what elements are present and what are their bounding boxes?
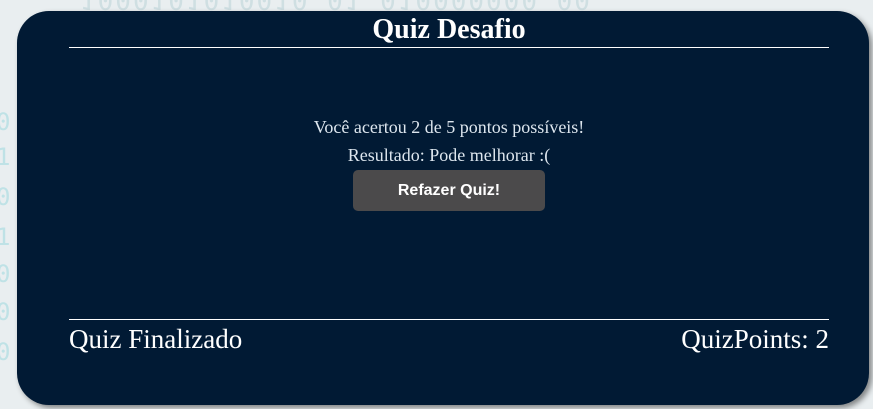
background-code-digit: 1 xyxy=(0,143,11,171)
background-code-digit: 0 xyxy=(0,260,11,288)
quiz-header: Quiz Desafio xyxy=(69,11,829,48)
background-code-digit: 0 xyxy=(0,338,11,366)
quiz-card: Quiz Desafio Você acertou 2 de 5 pontos … xyxy=(17,11,869,405)
result-text: Resultado: Pode melhorar :( xyxy=(347,145,551,165)
quiz-footer: Quiz Finalizado QuizPoints: 2 xyxy=(69,319,829,360)
retry-quiz-button[interactable]: Refazer Quiz! xyxy=(353,170,545,211)
quiz-status-text: Quiz Finalizado xyxy=(69,324,243,354)
quiz-result-panel: Você acertou 2 de 5 pontos possíveis! Re… xyxy=(69,117,829,211)
quiz-title: Quiz Desafio xyxy=(372,14,526,45)
background-code-digit: 0 xyxy=(0,298,11,326)
background-code-digit: 0 xyxy=(0,108,11,136)
background-code-digit: 1 xyxy=(0,223,11,251)
quiz-points-text: QuizPoints: 2 xyxy=(681,324,829,354)
background-code-digit: 0 xyxy=(0,183,11,211)
score-text: Você acertou 2 de 5 pontos possíveis! xyxy=(313,117,585,137)
